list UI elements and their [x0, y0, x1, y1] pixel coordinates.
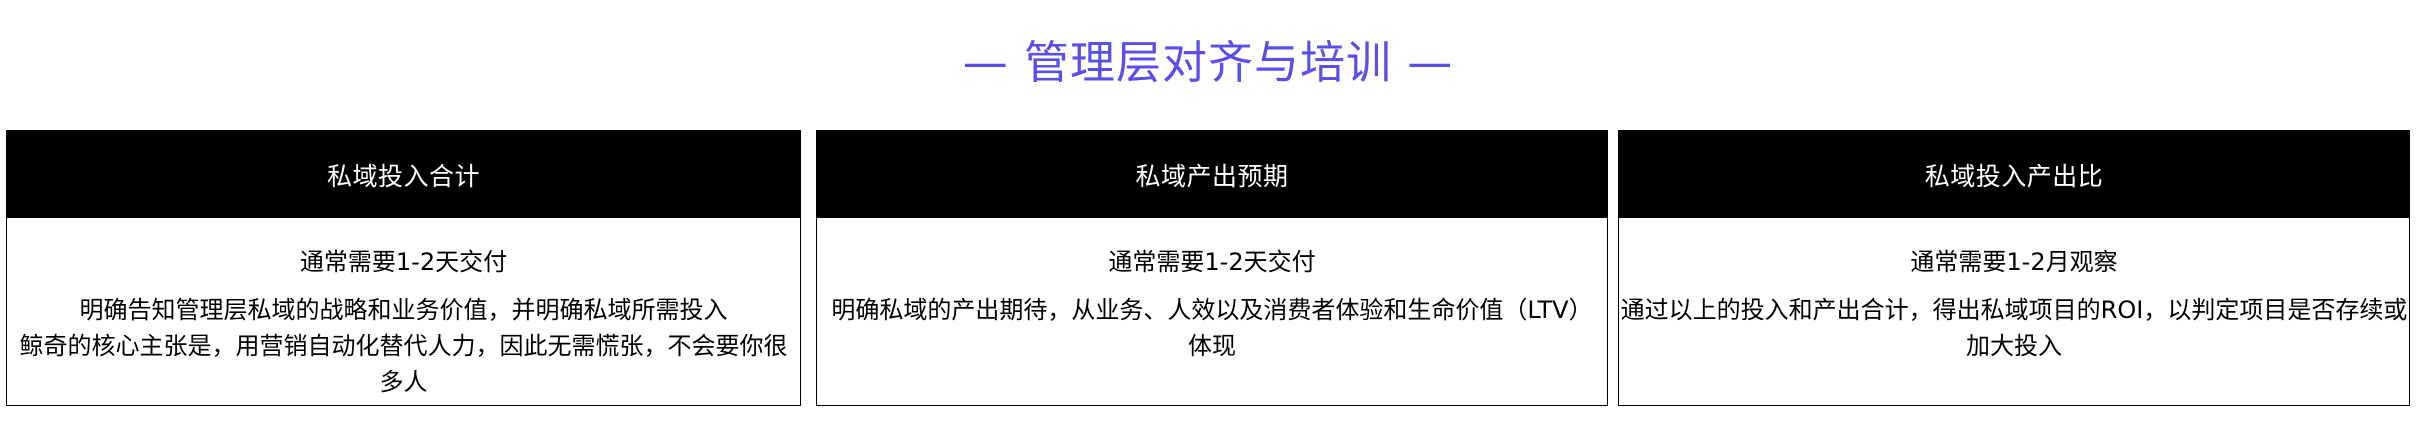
card-description-line: 明确私域的产出期待，从业务、人效以及消费者体验和生命价值（LTV） [831, 296, 1593, 324]
card-row: 私域投入合计 通常需要1-2天交付 明确告知管理层私域的战略和业务价值，并明确私… [6, 130, 2410, 408]
card-private-domain-output: 私域产出预期 通常需要1-2天交付 明确私域的产出期待，从业务、人效以及消费者体… [816, 130, 1608, 406]
card-private-domain-investment: 私域投入合计 通常需要1-2天交付 明确告知管理层私域的战略和业务价值，并明确私… [6, 130, 801, 406]
card-body: 通常需要1-2天交付 明确告知管理层私域的战略和业务价值，并明确私域所需投入 鲸… [7, 218, 800, 405]
card-body: 通常需要1-2天交付 明确私域的产出期待，从业务、人效以及消费者体验和生命价值（… [817, 218, 1607, 405]
card-description-line: 鲸奇的核心主张是，用营销自动化替代人力，因此无需慌张，不会要你很 [19, 332, 788, 360]
card-description-line: 明确告知管理层私域的战略和业务价值，并明确私域所需投入 [79, 296, 728, 324]
card-private-domain-roi: 私域投入产出比 通常需要1-2月观察 通过以上的投入和产出合计，得出私域项目的R… [1618, 130, 2410, 406]
card-description-line: 多人 [379, 368, 428, 396]
card-description: 通过以上的投入和产出合计，得出私域项目的ROI，以判定项目是否存续或 加大投入 [1621, 292, 2408, 364]
card-body: 通常需要1-2月观察 通过以上的投入和产出合计，得出私域项目的ROI，以判定项目… [1619, 218, 2409, 405]
card-description: 明确告知管理层私域的战略和业务价值，并明确私域所需投入 鲸奇的核心主张是，用营销… [20, 292, 788, 400]
card-timing: 通常需要1-2天交付 [299, 248, 508, 276]
card-header: 私域产出预期 [817, 131, 1607, 218]
card-timing: 通常需要1-2天交付 [1108, 248, 1316, 276]
card-description-line: 体现 [1188, 332, 1236, 360]
card-header: 私域投入产出比 [1619, 131, 2409, 218]
card-timing: 通常需要1-2月观察 [1910, 248, 2118, 276]
card-description: 明确私域的产出期待，从业务、人效以及消费者体验和生命价值（LTV） 体现 [831, 292, 1592, 364]
card-header: 私域投入合计 [7, 131, 800, 218]
card-description-line: 通过以上的投入和产出合计，得出私域项目的ROI，以判定项目是否存续或 [1620, 296, 2408, 324]
section-title: — 管理层对齐与培训 — [962, 36, 1454, 89]
card-description-line: 加大投入 [1966, 332, 2062, 360]
